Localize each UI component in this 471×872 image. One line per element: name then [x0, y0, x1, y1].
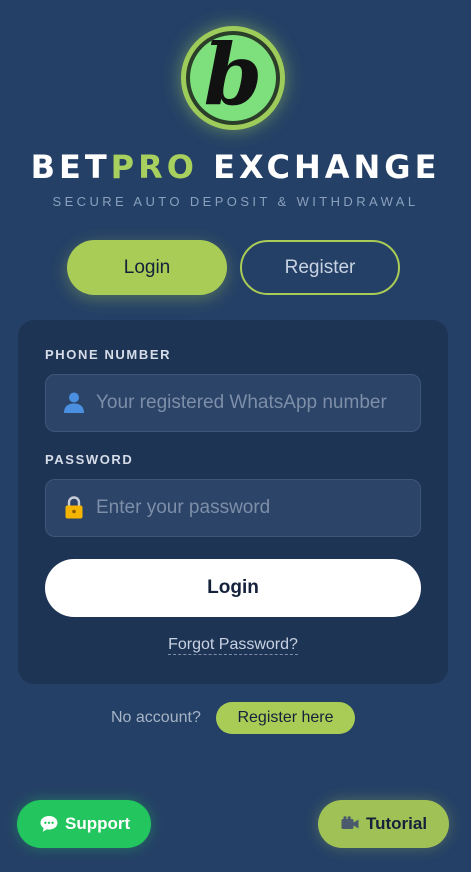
- support-label: Support: [65, 814, 131, 833]
- phone-number-field[interactable]: [45, 374, 421, 432]
- chat-bubble-icon: [40, 816, 58, 832]
- forgot-password-row: Forgot Password?: [0, 636, 466, 655]
- video-camera-icon: [341, 816, 359, 829]
- tab-register[interactable]: Register: [240, 240, 400, 295]
- password-input[interactable]: [96, 480, 416, 536]
- brand-title-primary: BET: [30, 148, 111, 186]
- brand-title-suffix: EXCHANGE: [197, 148, 441, 186]
- password-label: PASSWORD: [45, 452, 134, 467]
- brand-title-accent: PRO: [110, 148, 198, 186]
- brand-title: BETPRO EXCHANGE: [0, 148, 471, 186]
- logo-ring: b: [186, 31, 280, 125]
- tutorial-label: Tutorial: [366, 814, 428, 833]
- tutorial-button[interactable]: Tutorial: [318, 800, 449, 848]
- user-icon: [64, 392, 84, 413]
- tagline: SECURE AUTO DEPOSIT & WITHDRAWAL: [52, 194, 419, 209]
- phone-number-label: PHONE NUMBER: [45, 347, 172, 362]
- password-field[interactable]: [45, 479, 421, 537]
- logo-face: b: [190, 35, 276, 121]
- no-account-text: No account?: [111, 709, 201, 726]
- login-submit-button[interactable]: Login: [45, 559, 421, 617]
- forgot-password-link[interactable]: Forgot Password?: [168, 636, 298, 655]
- lock-icon: [65, 496, 83, 519]
- tab-login[interactable]: Login: [67, 240, 227, 295]
- support-button[interactable]: Support: [17, 800, 151, 848]
- brand-logo: b: [181, 26, 285, 130]
- phone-number-input[interactable]: [96, 375, 416, 431]
- register-here-button[interactable]: Register here: [216, 702, 355, 734]
- logo-letter: b: [203, 35, 263, 121]
